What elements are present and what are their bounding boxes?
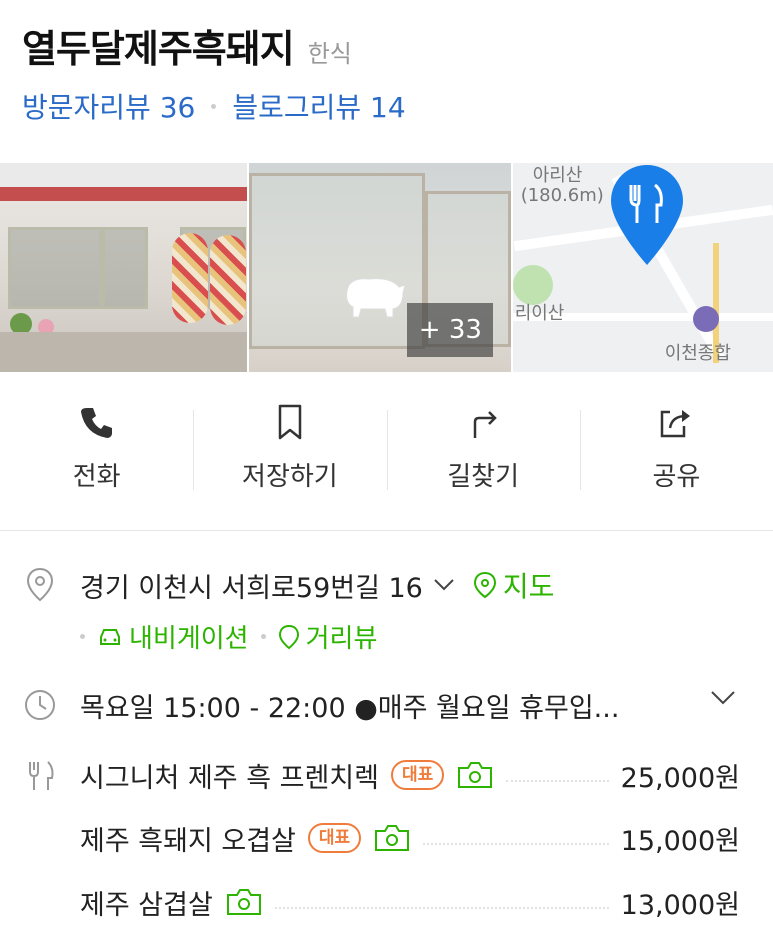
- action-bar: 전화 저장하기 길찾기 공유: [0, 392, 773, 502]
- save-label: 저장하기: [242, 461, 338, 492]
- interior-photo[interactable]: + 33: [249, 163, 511, 372]
- camera-icon[interactable]: [225, 887, 263, 917]
- map-label-station: 이천종합: [664, 343, 731, 364]
- location-pin-icon: [26, 567, 54, 602]
- business-hours[interactable]: 목요일 15:00 - 22:00 ●매주 월요일 휴무입...: [80, 686, 619, 725]
- visitor-review-link[interactable]: 방문자리뷰 36: [22, 86, 195, 126]
- camera-icon[interactable]: [373, 823, 411, 853]
- representative-badge: 대표: [307, 823, 362, 853]
- menu-price: 13,000원: [620, 889, 740, 921]
- menu-name: 제주 삼겹살: [80, 889, 213, 921]
- directions-label: 길찾기: [447, 461, 519, 492]
- directions-icon: [473, 410, 497, 438]
- menu-item[interactable]: 시그니처 제주 흑 프렌치렉 대표 25,000원: [80, 755, 740, 795]
- photo-strip: + 33 아리산 (180.6m) 리이산 이천종합: [0, 163, 773, 372]
- map-pin-icon: [473, 571, 496, 599]
- share-label: 공유: [652, 461, 701, 492]
- fork-knife-icon: [29, 761, 54, 790]
- chevron-down-icon[interactable]: [710, 690, 736, 706]
- price-leader: [274, 907, 609, 909]
- storefront-photo[interactable]: [0, 163, 248, 372]
- bookmark-icon: [278, 404, 302, 439]
- map-label-mountain: 아리산: [532, 165, 583, 186]
- call-button[interactable]: 전화: [0, 392, 193, 502]
- navigation-label: 내비게이션: [129, 624, 249, 654]
- address-sub-links: 내비게이션 거리뷰: [80, 618, 377, 655]
- pig-logo-icon: [346, 278, 407, 318]
- more-photos-count[interactable]: + 33: [407, 303, 494, 357]
- map-thumbnail[interactable]: 아리산 (180.6m) 리이산 이천종합: [512, 163, 773, 372]
- restaurant-pin-icon: [610, 165, 683, 265]
- menu-name: 시그니처 제주 흑 프렌치렉: [80, 762, 379, 794]
- price-leader: [506, 780, 609, 782]
- clock-icon: [25, 690, 55, 720]
- navigation-link[interactable]: 내비게이션: [97, 618, 249, 655]
- phone-icon: [80, 407, 112, 438]
- hours-text: 목요일 15:00 - 22:00 ●매주 월요일 휴무입...: [80, 693, 620, 724]
- station-icon: [692, 306, 719, 332]
- place-category: 한식: [307, 40, 352, 68]
- separator-dot: [260, 634, 266, 639]
- representative-badge: 대표: [391, 760, 445, 790]
- place-header: 열두달제주흑돼지 한식: [22, 18, 352, 73]
- menu-item[interactable]: 제주 삼겹살 13,000원: [80, 882, 740, 922]
- share-icon: [661, 409, 691, 437]
- separator-dot: [80, 634, 85, 639]
- street-view-label: 거리뷰: [305, 624, 378, 654]
- street-view-pin-icon: [278, 624, 299, 649]
- call-label: 전화: [72, 461, 121, 492]
- blog-review-link[interactable]: 블로그리뷰 14: [232, 86, 405, 126]
- place-title: 열두달제주흑돼지: [22, 27, 295, 71]
- map-label-elevation: (180.6m): [520, 185, 604, 206]
- camera-icon[interactable]: [456, 760, 494, 790]
- street-view-link[interactable]: 거리뷰: [278, 618, 378, 655]
- separator-dot: [211, 103, 217, 109]
- save-button[interactable]: 저장하기: [193, 392, 386, 502]
- menu-price: 15,000원: [620, 825, 740, 857]
- section-divider: [0, 530, 773, 531]
- map-link[interactable]: 지도: [473, 565, 555, 605]
- address-text[interactable]: 경기 이천시 서희로59번길 16: [80, 566, 423, 605]
- menu-price: 25,000원: [620, 762, 740, 794]
- menu-name: 제주 흑돼지 오겹살: [80, 825, 296, 857]
- map-label-park: 리이산: [514, 303, 565, 324]
- menu-item[interactable]: 제주 흑돼지 오겹살 대표 15,000원: [80, 818, 740, 858]
- share-button[interactable]: 공유: [579, 392, 773, 502]
- review-links: 방문자리뷰 36 블로그리뷰 14: [22, 86, 406, 126]
- address-row: 경기 이천시 서희로59번길 16 지도: [80, 565, 554, 605]
- chevron-down-icon[interactable]: [433, 578, 455, 592]
- price-leader: [423, 843, 609, 845]
- car-icon: [100, 628, 120, 645]
- directions-button[interactable]: 길찾기: [386, 392, 580, 502]
- map-link-label: 지도: [502, 570, 555, 603]
